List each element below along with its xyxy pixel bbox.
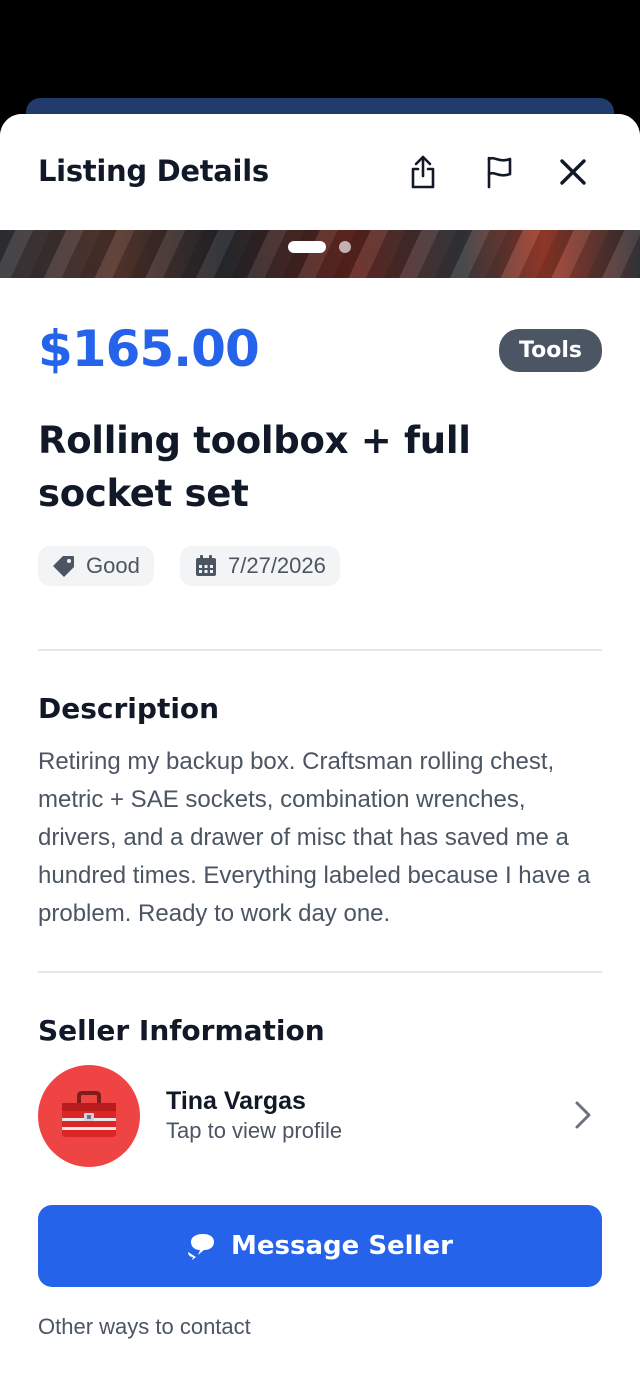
share-button[interactable] <box>401 150 445 194</box>
seller-profile-chevron[interactable] <box>568 1098 598 1132</box>
listing-photo-gallery[interactable] <box>0 230 640 278</box>
date-chip: 7/27/2026 <box>180 546 340 586</box>
calendar-icon <box>196 555 216 576</box>
divider <box>38 649 602 651</box>
toolbox-icon <box>62 1091 116 1137</box>
seller-heading: Seller Information <box>38 1014 325 1047</box>
condition-label: Good <box>86 553 140 578</box>
sheet-header: Listing Details <box>0 114 640 230</box>
category-badge: Tools <box>499 329 602 372</box>
listing-title: Rolling toolbox + full socket set <box>38 419 471 515</box>
divider <box>38 971 602 973</box>
listing-photo <box>0 230 640 278</box>
listing-date: 7/27/2026 <box>228 553 326 578</box>
gallery-indicator-active[interactable] <box>288 241 326 253</box>
other-contact-link[interactable]: Other ways to contact <box>38 1314 251 1340</box>
description-text: Retiring my backup box. Craftsman rollin… <box>38 748 591 927</box>
gallery-indicator[interactable] <box>339 241 351 253</box>
message-seller-button[interactable]: Message Seller <box>38 1205 602 1287</box>
tag-icon <box>53 556 74 577</box>
chevron-right-icon <box>575 1101 591 1129</box>
listing-price: $165.00 <box>38 320 260 378</box>
view-profile-hint[interactable]: Tap to view profile <box>166 1118 342 1144</box>
close-button[interactable] <box>551 150 595 194</box>
seller-avatar[interactable] <box>38 1065 140 1167</box>
chat-bubbles-icon <box>188 1234 215 1260</box>
share-icon <box>411 155 435 189</box>
close-icon <box>560 159 586 185</box>
description-heading: Description <box>38 692 220 725</box>
seller-name[interactable]: Tina Vargas <box>166 1087 306 1116</box>
page-title: Listing Details <box>38 154 269 188</box>
report-button[interactable] <box>477 150 521 194</box>
listing-details-sheet: Listing Details $165.00 Tools Rolling to… <box>0 114 640 1391</box>
message-seller-label: Message Seller <box>231 1231 453 1261</box>
flag-icon <box>487 156 512 189</box>
condition-chip: Good <box>38 546 154 586</box>
